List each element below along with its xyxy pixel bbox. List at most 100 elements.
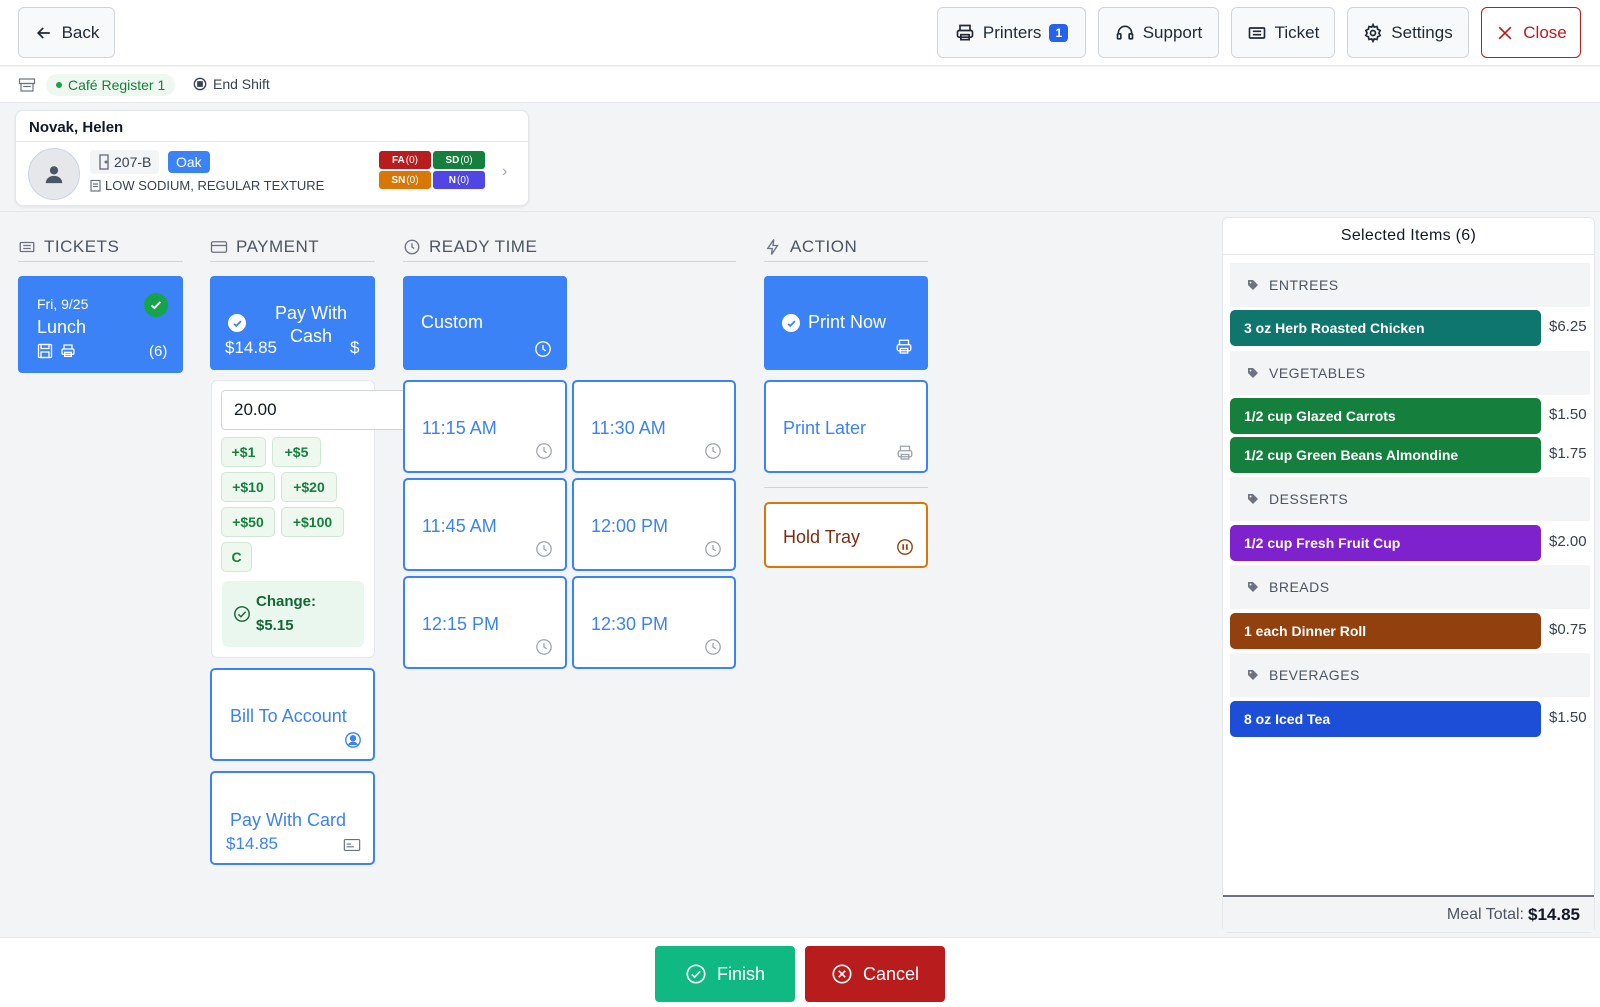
check-circle-icon <box>144 293 168 317</box>
ticket-card[interactable]: Fri, 9/25 Lunch (6) <box>18 276 183 373</box>
bill-to-account-button[interactable]: Bill To Account <box>210 668 375 761</box>
person-icon <box>45 166 63 184</box>
pay-with-cash-button[interactable]: Pay With Cash $14.85 $ <box>210 276 375 370</box>
time-slot-label: 12:00 PM <box>591 516 669 536</box>
list-item[interactable]: 8 oz Iced Tea <box>1230 701 1541 737</box>
clear-amount-button[interactable]: C <box>221 542 252 572</box>
hold-tray-label: Hold Tray <box>783 527 861 547</box>
time-slot-1115[interactable]: 11:15 AM <box>403 380 567 473</box>
settings-button[interactable]: Settings <box>1347 7 1469 58</box>
ticket-meal: Lunch <box>37 317 87 337</box>
category-vegetables: VEGETABLES <box>1230 351 1590 395</box>
clipboard-icon <box>90 179 101 192</box>
door-icon <box>99 154 109 170</box>
top-bar: Back Printers 1 Support Ticket Settings … <box>0 0 1600 66</box>
list-item[interactable]: 1 each Dinner Roll <box>1230 613 1541 649</box>
bill-to-account-label: Bill To Account <box>230 706 347 726</box>
quick-add-20-button[interactable]: +$20 <box>281 472 337 502</box>
time-slot-1145[interactable]: 11:45 AM <box>403 478 567 571</box>
printers-count-badge: 1 <box>1049 23 1069 42</box>
unit-badge: Oak <box>168 151 210 173</box>
category-entrees: ENTREES <box>1230 263 1590 307</box>
tag-icon <box>1248 582 1258 592</box>
change-due: Change: $5.15 <box>222 581 364 647</box>
change-label: Change: <box>256 593 316 610</box>
end-shift-label: End Shift <box>213 76 270 92</box>
clock-icon <box>705 443 721 459</box>
cash-tendered-input[interactable] <box>221 390 421 430</box>
bottom-bar: Finish Cancel <box>0 937 1600 1007</box>
time-slot-label: 12:30 PM <box>591 614 669 634</box>
end-shift-button[interactable]: End Shift <box>193 76 270 92</box>
ready-time-header-label: READY TIME <box>429 236 538 256</box>
printer-icon <box>897 445 913 460</box>
time-slot-1215[interactable]: 12:15 PM <box>403 576 567 669</box>
pay-with-card-label: Pay With Card <box>230 810 347 830</box>
pay-with-card-button[interactable]: Pay With Card $14.85 <box>210 771 375 865</box>
cancel-button[interactable]: Cancel <box>805 946 945 1002</box>
custom-time-button[interactable]: Custom <box>403 276 567 370</box>
category-breads: BREADS <box>1230 565 1590 609</box>
lightning-icon <box>766 238 779 255</box>
patient-divider <box>16 141 528 142</box>
category-label: ENTREES <box>1269 277 1339 293</box>
payment-header: PAYMENT <box>210 232 375 262</box>
check-circle-icon <box>228 314 246 332</box>
avatar <box>28 148 80 200</box>
print-later-button[interactable]: Print Later <box>764 380 928 473</box>
support-button[interactable]: Support <box>1098 7 1219 58</box>
item-price: $6.25 <box>1549 318 1587 335</box>
register-label: Café Register 1 <box>68 77 166 93</box>
action-header-label: ACTION <box>790 236 858 256</box>
time-slot-label: 11:15 AM <box>422 418 497 438</box>
ticket-icon <box>19 241 35 252</box>
status-dot-icon <box>56 82 62 88</box>
time-slot-1130[interactable]: 11:30 AM <box>572 380 736 473</box>
chevron-right-icon[interactable]: › <box>502 163 507 181</box>
item-price: $1.50 <box>1549 406 1587 423</box>
tag-n: N (0) <box>433 171 485 189</box>
print-now-button[interactable]: Print Now <box>764 276 928 370</box>
finish-button[interactable]: Finish <box>655 946 795 1002</box>
pay-with-cash-label: Pay With Cash <box>274 303 348 346</box>
check-circle-icon <box>782 314 800 332</box>
user-circle-icon <box>345 732 361 748</box>
ticket-label: Ticket <box>1274 22 1320 42</box>
time-slot-label: 11:45 AM <box>422 516 497 536</box>
list-item[interactable]: 1/2 cup Fresh Fruit Cup <box>1230 525 1541 561</box>
ticket-button[interactable]: Ticket <box>1231 7 1335 58</box>
quick-add-50-button[interactable]: +$50 <box>221 507 275 537</box>
close-button[interactable]: Close <box>1481 7 1581 58</box>
list-item[interactable]: 1/2 cup Green Beans Almondine <box>1230 437 1541 473</box>
patient-name: Novak, Helen <box>29 119 124 136</box>
cancel-label: Cancel <box>862 963 920 984</box>
save-icon <box>37 343 53 359</box>
list-item[interactable]: 3 oz Herb Roasted Chicken <box>1230 310 1541 346</box>
x-circle-icon <box>832 964 852 984</box>
print-now-label: Print Now <box>808 312 887 332</box>
quick-add-5-button[interactable]: +$5 <box>272 437 321 467</box>
time-slot-1200[interactable]: 12:00 PM <box>572 478 736 571</box>
back-button[interactable]: Back <box>18 7 115 58</box>
quick-add-100-button[interactable]: +$100 <box>281 507 344 537</box>
patient-card[interactable]: Novak, Helen 207-B Oak LOW SODIUM, REGUL… <box>15 110 529 206</box>
tag-sn: SN (0) <box>379 171 431 189</box>
time-slot-label: 11:30 AM <box>591 418 666 438</box>
clock-icon <box>705 541 721 557</box>
clock-icon <box>535 341 551 357</box>
quick-add-1-button[interactable]: +$1 <box>221 437 266 467</box>
pause-circle-icon <box>897 539 913 555</box>
register-icon <box>18 78 36 92</box>
finish-label: Finish <box>716 963 765 984</box>
hold-tray-button[interactable]: Hold Tray <box>764 502 928 568</box>
tag-icon <box>1248 368 1258 378</box>
clock-icon <box>536 639 552 655</box>
quick-add-10-button[interactable]: +$10 <box>221 472 275 502</box>
printers-button[interactable]: Printers 1 <box>937 7 1086 58</box>
ticket-icon <box>1248 26 1265 39</box>
time-slot-1230[interactable]: 12:30 PM <box>572 576 736 669</box>
printers-label: Printers <box>982 22 1042 42</box>
allergy-tags: FA (0) SD (0) SN (0) N (0) <box>379 151 485 189</box>
clock-icon <box>536 443 552 459</box>
list-item[interactable]: 1/2 cup Glazed Carrots <box>1230 398 1541 434</box>
